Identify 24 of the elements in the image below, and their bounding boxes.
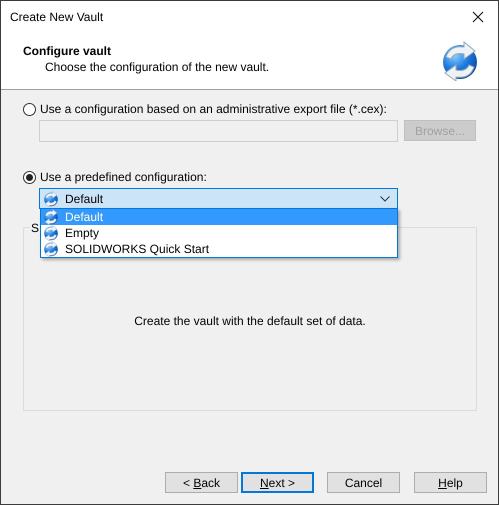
sync-icon: [43, 241, 59, 257]
sync-icon: [43, 209, 59, 225]
dialog-button[interactable]: Help: [414, 472, 487, 493]
radio-button[interactable]: [23, 102, 36, 116]
radio-button[interactable]: [23, 170, 36, 184]
description-text: Create the vault with the default set of data.: [134, 314, 366, 328]
chevron-down-icon: [380, 196, 390, 202]
configuration-dropdown[interactable]: Default: [39, 188, 398, 209]
dropdown-item[interactable]: SOLIDWORKS Quick Start: [41, 241, 397, 257]
dialog-button[interactable]: Next >: [241, 472, 314, 493]
dialog-button[interactable]: Cancel: [327, 472, 400, 493]
close-icon[interactable]: [472, 10, 484, 22]
sync-icon: [43, 190, 59, 206]
sync-icon: [440, 40, 480, 80]
sync-icon: [43, 225, 59, 241]
window-title: Create New Vault: [10, 10, 104, 24]
file-path-field[interactable]: [39, 120, 398, 142]
dropdown-item[interactable]: Empty: [41, 225, 397, 241]
header-title: Configure vault: [23, 44, 112, 58]
group-title: S: [30, 221, 40, 235]
option-label[interactable]: Use a configuration based on an administrative export file (*.cex):: [40, 102, 387, 116]
dialog-button[interactable]: < Back: [165, 472, 238, 493]
header-subtitle: Choose the configuration of the new vault.: [45, 60, 270, 74]
option-label[interactable]: Use a predefined configuration:: [40, 170, 207, 184]
